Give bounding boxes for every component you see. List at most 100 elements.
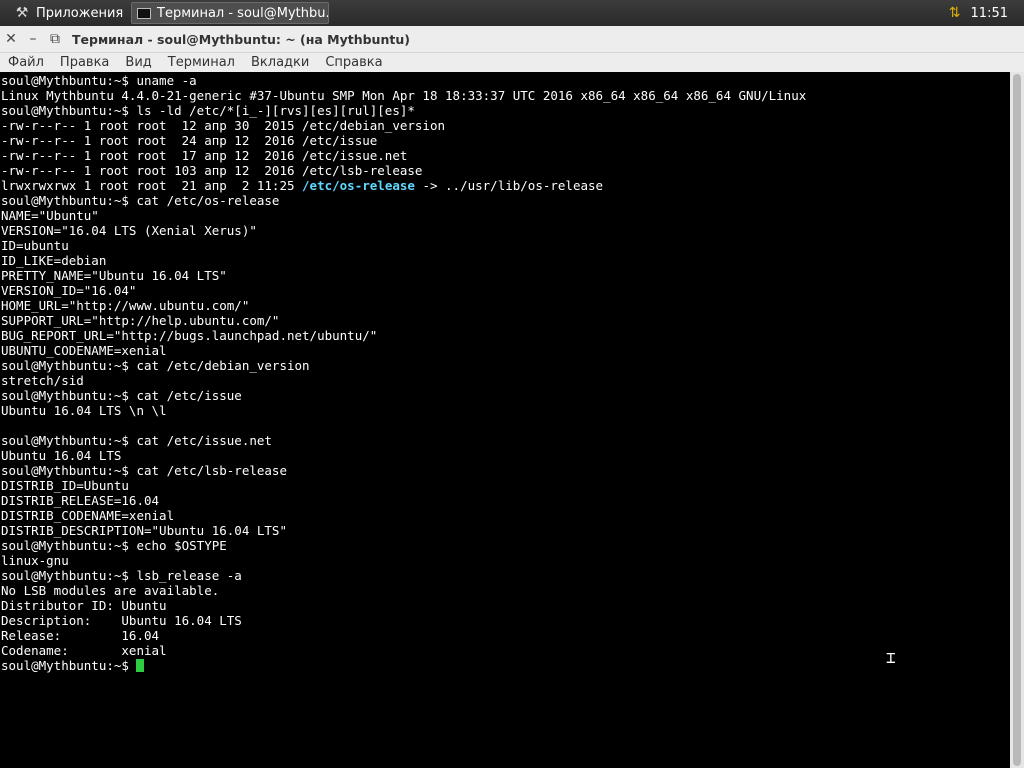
terminal-line-text: DISTRIB_CODENAME=xenial [1,508,175,523]
terminal-line: ID=ubuntu [1,238,806,253]
terminal-line-text: lrwxrwxrwx 1 root root 21 апр 2 11:25 [1,178,303,193]
terminal-line-text: -rw-r--r-- 1 root root 12 апр 30 2015 /e… [1,118,446,133]
terminal-output: soul@Mythbuntu:~$ uname -a Linux Mythbunt… [1,73,806,673]
terminal-line: DISTRIB_ID=Ubuntu [1,478,806,493]
terminal-line: -rw-r--r-- 1 root root 17 апр 12 2016 /e… [1,148,806,163]
menu-help[interactable]: Справка [317,55,390,70]
terminal-line: soul@Mythbuntu:~$ [1,658,806,673]
terminal-line-text: stretch/sid [1,373,84,388]
taskbar-terminal-label: Терминал - soul@Mythbu... [157,5,329,21]
minimize-icon[interactable]: – [22,28,44,50]
terminal-cursor [136,659,145,672]
terminal-line-text: DISTRIB_RELEASE=16.04 [1,493,160,508]
terminal-icon [137,7,151,19]
terminal-line-text: Release: 16.04 [1,628,160,643]
terminal-line-text: soul@Mythbuntu:~$ ls -ld /etc/*[i_-][rvs… [1,103,415,118]
terminal-line-text: soul@Mythbuntu:~$ cat /etc/issue.net [1,433,272,448]
menu-view[interactable]: Вид [117,55,159,70]
terminal-line-text: No LSB modules are available. [1,583,220,598]
terminal-line: -rw-r--r-- 1 root root 24 апр 12 2016 /e… [1,133,806,148]
applications-menu-label: Приложения [36,5,124,21]
window-title: Терминал - soul@Mythbuntu: ~ (на Mythbun… [72,31,410,47]
terminal-line-text: Distributor ID: Ubuntu [1,598,167,613]
terminal-line-text: DISTRIB_ID=Ubuntu [1,478,129,493]
symlink-target: -> ../usr/lib/os-release [414,178,604,193]
menu-terminal[interactable]: Терминал [160,55,243,70]
clock[interactable]: 11:51 [971,6,1008,21]
terminal-line-text: ID_LIKE=debian [1,253,107,268]
applications-menu[interactable]: ⚒ Приложения [14,0,124,26]
terminal-line: soul@Mythbuntu:~$ cat /etc/debian_versio… [1,358,806,373]
terminal-line: No LSB modules are available. [1,583,806,598]
terminal-line-text: Ubuntu 16.04 LTS \n \l [1,403,167,418]
terminal-line-text: VERSION_ID="16.04" [1,283,137,298]
terminal-line-text: SUPPORT_URL="http://help.ubuntu.com/" [1,313,280,328]
text-cursor-icon: ⌶ [886,648,896,667]
scrollbar-thumb[interactable] [1013,74,1021,766]
terminal-line: -rw-r--r-- 1 root root 103 апр 12 2016 /… [1,163,806,178]
applications-menu-icon: ⚒ [15,5,29,21]
terminal-line: VERSION="16.04 LTS (Xenial Xerus)" [1,223,806,238]
terminal-line-text: soul@Mythbuntu:~$ lsb_release -a [1,568,242,583]
maximize-icon[interactable]: ⧉ [44,28,66,50]
terminal-line-text: Ubuntu 16.04 LTS [1,448,122,463]
terminal-line-text: soul@Mythbuntu:~$ echo $OSTYPE [1,538,227,553]
taskbar-terminal-button[interactable]: Терминал - soul@Mythbu... [131,2,329,24]
terminal-line: linux-gnu [1,553,806,568]
terminal-line: soul@Mythbuntu:~$ cat /etc/issue [1,388,806,403]
terminal-line-text: PRETTY_NAME="Ubuntu 16.04 LTS" [1,268,227,283]
menu-tabs[interactable]: Вкладки [243,55,317,70]
terminal-line: HOME_URL="http://www.ubuntu.com/" [1,298,806,313]
terminal-line: Distributor ID: Ubuntu [1,598,806,613]
terminal-line-text: soul@Mythbuntu:~$ uname -a [1,73,197,88]
terminal-line-text: soul@Mythbuntu:~$ cat /etc/issue [1,388,242,403]
terminal-line-text: soul@Mythbuntu:~$ cat /etc/debian_versio… [1,358,310,373]
terminal-line: DISTRIB_RELEASE=16.04 [1,493,806,508]
terminal-line-text: Description: Ubuntu 16.04 LTS [1,613,242,628]
window-titlebar[interactable]: ✕ – ⧉ Терминал - soul@Mythbuntu: ~ (на M… [0,26,1024,53]
terminal-line-text: -rw-r--r-- 1 root root 17 апр 12 2016 /e… [1,148,408,163]
terminal-line: soul@Mythbuntu:~$ cat /etc/lsb-release [1,463,806,478]
terminal-line: soul@Mythbuntu:~$ lsb_release -a [1,568,806,583]
terminal-line: stretch/sid [1,373,806,388]
terminal-line: soul@Mythbuntu:~$ uname -a [1,73,806,88]
menu-bar: Файл Правка Вид Терминал Вкладки Справка [0,53,1024,72]
menu-file[interactable]: Файл [0,55,52,70]
terminal-line-text: DISTRIB_DESCRIPTION="Ubuntu 16.04 LTS" [1,523,287,538]
terminal-area[interactable]: soul@Mythbuntu:~$ uname -a Linux Mythbunt… [0,72,1010,768]
close-icon[interactable]: ✕ [0,28,22,50]
terminal-line-text: ID=ubuntu [1,238,69,253]
terminal-line: PRETTY_NAME="Ubuntu 16.04 LTS" [1,268,806,283]
terminal-line-text: BUG_REPORT_URL="http://bugs.launchpad.ne… [1,328,378,343]
terminal-line: Ubuntu 16.04 LTS \n \l [1,403,806,418]
terminal-line-text: NAME="Ubuntu" [1,208,99,223]
terminal-line: soul@Mythbuntu:~$ ls -ld /etc/*[i_-][rvs… [1,103,806,118]
terminal-line-text: Codename: xenial [1,643,167,658]
terminal-line: BUG_REPORT_URL="http://bugs.launchpad.ne… [1,328,806,343]
terminal-line-text: soul@Mythbuntu:~$ cat /etc/lsb-release [1,463,287,478]
terminal-line: soul@Mythbuntu:~$ echo $OSTYPE [1,538,806,553]
system-tray: ⇅ 11:51 [949,0,1024,26]
menu-edit[interactable]: Правка [52,55,117,70]
symlink-name: /etc/os-release [302,178,415,193]
terminal-line-text: -rw-r--r-- 1 root root 103 апр 12 2016 /… [1,163,423,178]
vertical-scrollbar[interactable] [1010,72,1024,768]
terminal-line-text: UBUNTU_CODENAME=xenial [1,343,167,358]
network-icon[interactable]: ⇅ [949,5,961,21]
terminal-line: UBUNTU_CODENAME=xenial [1,343,806,358]
terminal-line: SUPPORT_URL="http://help.ubuntu.com/" [1,313,806,328]
terminal-line: soul@Mythbuntu:~$ cat /etc/os-release [1,193,806,208]
terminal-line: -rw-r--r-- 1 root root 12 апр 30 2015 /e… [1,118,806,133]
terminal-line-text: linux-gnu [1,553,69,568]
terminal-line-text: soul@Mythbuntu:~$ cat /etc/os-release [1,193,280,208]
terminal-line-text: soul@Mythbuntu:~$ [1,658,137,673]
terminal-line: VERSION_ID="16.04" [1,283,806,298]
terminal-line: DISTRIB_CODENAME=xenial [1,508,806,523]
terminal-line: ID_LIKE=debian [1,253,806,268]
terminal-line: NAME="Ubuntu" [1,208,806,223]
terminal-line: Description: Ubuntu 16.04 LTS [1,613,806,628]
terminal-line-text: VERSION="16.04 LTS (Xenial Xerus)" [1,223,257,238]
terminal-line: lrwxrwxrwx 1 root root 21 апр 2 11:25 /e… [1,178,806,193]
terminal-line-text: HOME_URL="http://www.ubuntu.com/" [1,298,250,313]
